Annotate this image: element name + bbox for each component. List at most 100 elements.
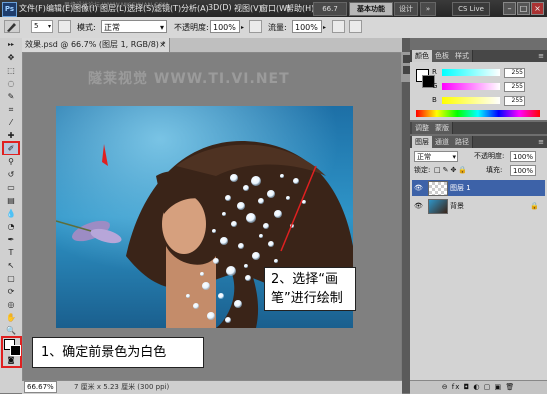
fill-input[interactable]: 100% — [510, 165, 536, 176]
brush-tool-icon[interactable]: ✐ — [4, 143, 18, 154]
menu-analysis[interactable]: 分析(A) — [181, 3, 209, 14]
status-document-info: 7 厘米 x 5.23 厘米 (300 ppi) — [74, 383, 170, 391]
panel-menu-icon[interactable]: ≡ — [538, 136, 544, 148]
hand-tool-icon[interactable]: ✋ — [4, 312, 18, 323]
lasso-tool-icon[interactable]: ◌ — [4, 78, 18, 89]
cs-live-button[interactable]: CS Live — [452, 2, 490, 16]
mode-select[interactable]: 正常 ▾ — [101, 20, 167, 33]
marquee-tool-icon[interactable]: ⬚ — [4, 65, 18, 76]
annotation-step2-line1: 2、选择“画 — [271, 272, 339, 287]
tab-adjustments[interactable]: 调整 — [412, 122, 433, 134]
opacity-value: 100% — [213, 23, 236, 32]
photoshop-logo: Ps — [2, 2, 17, 17]
status-zoom[interactable]: 66.67% — [24, 381, 57, 393]
opacity-label: 不透明度: — [174, 23, 209, 32]
layer-opacity-input[interactable]: 100% — [510, 151, 536, 162]
tab-masks[interactable]: 蒙版 — [432, 122, 453, 134]
brush-tool-preset-icon[interactable] — [4, 20, 20, 33]
layers-footer-icons[interactable]: ⊖ fx ◘ ◐ ▢ ▣ 🗑 — [410, 380, 547, 394]
brush-size-picker[interactable]: 5 ▾ — [31, 20, 53, 33]
flow-input[interactable]: 100% — [292, 20, 322, 33]
shape-tool-icon[interactable]: ▢ — [4, 273, 18, 284]
brush-panel-toggle-icon[interactable] — [58, 20, 71, 33]
close-button[interactable]: × — [531, 2, 544, 15]
red-channel-row: R 255 — [432, 68, 525, 78]
menu-view[interactable]: 视图(V) — [234, 3, 262, 14]
eyedropper-tool-icon[interactable]: ⁄ — [4, 117, 18, 128]
path-selection-tool-icon[interactable]: ↖ — [4, 260, 18, 271]
lock-icons[interactable]: □✎✥🔒 — [434, 165, 469, 176]
green-channel-value[interactable]: 255 — [504, 82, 525, 92]
zoom-level-widget[interactable]: 66.7 — [313, 2, 347, 16]
layer-thumbnail — [428, 199, 448, 214]
chevron-right-icon[interactable]: ▸ — [241, 21, 244, 34]
3d-rotate-tool-icon[interactable]: ⟳ — [4, 286, 18, 297]
clone-stamp-tool-icon[interactable]: ⚲ — [4, 156, 18, 167]
dodge-tool-icon[interactable]: ◔ — [4, 221, 18, 232]
red-channel-value[interactable]: 255 — [504, 68, 525, 78]
tab-channels[interactable]: 通道 — [432, 136, 453, 148]
history-brush-tool-icon[interactable]: ↺ — [4, 169, 18, 180]
layers-panel-header: 图层 通道 路径 ≡ — [410, 136, 547, 148]
move-tool-icon[interactable]: ✥ — [4, 52, 18, 63]
eraser-tool-icon[interactable]: ▭ — [4, 182, 18, 193]
close-icon[interactable]: × — [159, 38, 166, 52]
document-tab[interactable]: 效果.psd @ 66.7% (图层 1, RGB/8) * × — [22, 38, 170, 52]
panel-menu-icon[interactable]: ≡ — [538, 50, 544, 62]
gradient-tool-icon[interactable]: ▤ — [4, 195, 18, 206]
layer-opacity-label: 不透明度: — [474, 152, 505, 160]
zoom-tool-icon[interactable]: 🔍 — [4, 325, 18, 336]
quick-select-tool-icon[interactable]: ✎ — [4, 91, 18, 102]
layer-name: 背景 — [450, 202, 464, 210]
red-channel-slider[interactable] — [442, 69, 500, 76]
green-channel-slider[interactable] — [442, 83, 500, 90]
quick-mask-icon[interactable]: ◙ — [4, 356, 18, 365]
minimize-button[interactable]: – — [503, 2, 516, 15]
fill-value: 100% — [513, 167, 534, 175]
tablet-size-icon[interactable] — [349, 20, 362, 33]
menu-3d[interactable]: 3D(D) — [208, 3, 232, 12]
airbrush-icon[interactable] — [332, 20, 345, 33]
workspace-essentials-button[interactable]: 基本功能 — [349, 2, 393, 16]
status-bar: 66.67% 7 厘米 x 5.23 厘米 (300 ppi) — [22, 380, 402, 394]
workspace-more-icon[interactable]: » — [420, 2, 436, 16]
blend-mode-select[interactable]: 正常 ▾ — [414, 151, 458, 162]
workspace-design-button[interactable]: 设计 — [394, 2, 418, 16]
layer-row-layer1[interactable]: 👁 图层 1 — [412, 180, 545, 196]
annotation-choose-brush: 2、选择“画 笔”进行绘制 — [264, 267, 356, 311]
opacity-input[interactable]: 100% — [210, 20, 240, 33]
menu-help[interactable]: 帮助(H) — [286, 3, 314, 14]
adjustments-panel-header: 调整 蒙版 — [410, 122, 547, 134]
eye-icon[interactable]: 👁 — [414, 184, 423, 192]
chevron-down-icon: ▾ — [47, 23, 51, 30]
toolbox-collapse-icon[interactable]: ▸▸ — [4, 42, 18, 48]
maximize-button[interactable]: □ — [517, 2, 530, 15]
annotation-step2-line2: 笔”进行绘制 — [271, 291, 343, 306]
tab-layers[interactable]: 图层 — [412, 136, 433, 148]
tab-paths[interactable]: 路径 — [452, 136, 473, 148]
layer-row-background[interactable]: 👁 背景 🔒 — [412, 198, 545, 214]
tab-styles[interactable]: 样式 — [452, 50, 473, 62]
green-channel-row: G 255 — [432, 82, 525, 92]
lock-icon: 🔒 — [530, 202, 539, 210]
blur-tool-icon[interactable]: 💧 — [4, 208, 18, 219]
3d-orbit-tool-icon[interactable]: ◎ — [4, 299, 18, 310]
spectrum-ramp[interactable] — [416, 110, 540, 117]
color-panel: R 255 G 255 B 255 — [410, 62, 547, 120]
blue-channel-slider[interactable] — [442, 97, 500, 104]
healing-brush-tool-icon[interactable]: ✚ — [4, 130, 18, 141]
crop-tool-icon[interactable]: ⌗ — [4, 104, 18, 115]
pen-tool-icon[interactable]: ✒ — [4, 234, 18, 245]
tablet-opacity-icon[interactable] — [249, 20, 262, 33]
chevron-right-icon[interactable]: ▸ — [323, 21, 326, 34]
right-panel-dock: 颜色 色板 样式 ≡ R 255 G 255 B 255 调整 蒙版 图层 通道… — [410, 38, 547, 394]
menu-file[interactable]: 文件(F) — [19, 3, 46, 14]
chevron-down-icon: ▾ — [159, 23, 164, 32]
background-color-swatch[interactable] — [10, 345, 21, 356]
tab-color[interactable]: 颜色 — [412, 50, 433, 62]
tab-swatches[interactable]: 色板 — [432, 50, 453, 62]
type-tool-icon[interactable]: T — [4, 247, 18, 258]
blend-mode-value: 正常 — [417, 153, 431, 161]
blue-channel-value[interactable]: 255 — [504, 96, 525, 106]
eye-icon[interactable]: 👁 — [414, 202, 423, 210]
